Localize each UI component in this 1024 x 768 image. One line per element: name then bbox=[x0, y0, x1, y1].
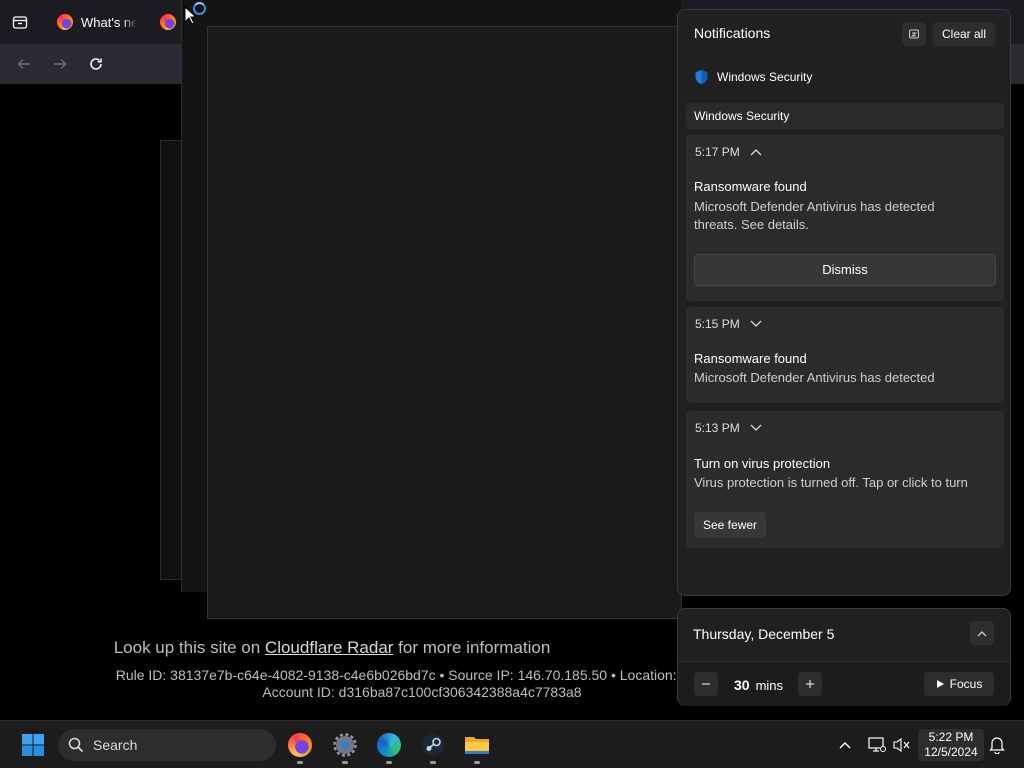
tabs-list-icon[interactable] bbox=[8, 10, 32, 34]
chevron-down-icon[interactable] bbox=[750, 424, 762, 432]
see-fewer-button[interactable]: See fewer bbox=[694, 512, 767, 538]
decrease-minutes-button[interactable] bbox=[694, 672, 718, 696]
windows-security-shield-icon bbox=[695, 70, 708, 84]
chevron-up-icon[interactable] bbox=[831, 731, 859, 759]
notification-time[interactable]: 5:17 PM bbox=[695, 145, 762, 159]
volume-muted-icon[interactable] bbox=[888, 731, 916, 759]
taskbar-search-box[interactable]: Search bbox=[58, 729, 276, 761]
start-focus-button[interactable]: Focus bbox=[924, 672, 994, 696]
focus-minutes-unit: mins bbox=[755, 678, 784, 693]
back-arrow-icon[interactable] bbox=[12, 52, 36, 76]
settings-icon[interactable] bbox=[331, 731, 359, 759]
running-indicator bbox=[297, 761, 303, 764]
running-indicator bbox=[342, 761, 348, 764]
blank-window[interactable] bbox=[207, 26, 682, 619]
browser-tab[interactable] bbox=[160, 4, 176, 40]
firefox-icon bbox=[57, 14, 73, 30]
taskbar: Search 5:22 PM 12/5/2024 bbox=[0, 720, 1024, 768]
expand-calendar-button[interactable] bbox=[970, 621, 994, 645]
focus-label: Focus bbox=[949, 677, 983, 691]
time-label: 5:13 PM bbox=[695, 421, 740, 435]
focus-session-row: 30 mins Focus bbox=[678, 661, 1010, 706]
browser-tab[interactable]: What's new bbox=[57, 4, 137, 40]
focus-duration: 30 mins bbox=[734, 677, 783, 693]
tab-title: What's new bbox=[81, 14, 137, 30]
file-explorer-icon[interactable] bbox=[463, 731, 491, 759]
forward-arrow-icon[interactable] bbox=[48, 52, 72, 76]
plus-icon bbox=[806, 680, 814, 688]
notification-group-header[interactable]: Windows Security bbox=[686, 103, 1004, 129]
windows-start-icon[interactable] bbox=[19, 731, 47, 759]
notification-bell-icon[interactable] bbox=[983, 731, 1011, 759]
busy-spinner-icon bbox=[193, 2, 206, 15]
notification-title: Ransomware found bbox=[694, 351, 807, 366]
cloudflare-radar-link[interactable]: Cloudflare Radar bbox=[265, 638, 394, 657]
notification-card[interactable]: 5:13 PM Turn on virus protection Virus p… bbox=[686, 411, 1004, 548]
notification-card[interactable]: 5:15 PM Ransomware found Microsoft Defen… bbox=[686, 307, 1004, 403]
notification-time[interactable]: 5:13 PM bbox=[695, 421, 762, 435]
edge-icon[interactable] bbox=[375, 731, 403, 759]
increase-minutes-button[interactable] bbox=[798, 672, 822, 696]
notification-time[interactable]: 5:15 PM bbox=[695, 317, 762, 331]
dismiss-button[interactable]: Dismiss bbox=[694, 254, 996, 286]
clock-time: 5:22 PM bbox=[928, 730, 974, 744]
steam-icon[interactable] bbox=[419, 731, 447, 759]
play-icon bbox=[936, 680, 944, 688]
firefox-icon bbox=[160, 14, 176, 30]
chevron-up-icon bbox=[977, 630, 987, 636]
notification-card[interactable]: 5:17 PM Ransomware found Microsoft Defen… bbox=[686, 135, 1004, 301]
running-indicator bbox=[474, 761, 480, 764]
bell-snooze-icon bbox=[909, 29, 919, 39]
network-icon[interactable] bbox=[863, 731, 891, 759]
calendar-date: Thursday, December 5 bbox=[693, 626, 835, 642]
notification-title: Ransomware found bbox=[694, 179, 807, 194]
calendar-focus-panel: Thursday, December 5 30 mins Focus bbox=[677, 608, 1011, 706]
notification-body: Microsoft Defender Antivirus has detecte… bbox=[694, 199, 935, 214]
minus-icon bbox=[702, 683, 710, 685]
chevron-down-icon[interactable] bbox=[750, 320, 762, 328]
clock-date: 12/5/2024 bbox=[924, 745, 978, 759]
search-icon bbox=[68, 737, 84, 753]
notification-title: Turn on virus protection bbox=[694, 456, 831, 471]
notification-app-header: Windows Security bbox=[694, 69, 812, 85]
chevron-up-icon[interactable] bbox=[750, 148, 762, 156]
clock-button[interactable]: 5:22 PM 12/5/2024 bbox=[918, 729, 984, 761]
running-indicator bbox=[430, 761, 436, 764]
time-label: 5:15 PM bbox=[695, 317, 740, 331]
clear-all-button[interactable]: Clear all bbox=[933, 22, 995, 46]
notifications-heading: Notifications bbox=[694, 25, 771, 41]
do-not-disturb-button[interactable] bbox=[902, 22, 926, 46]
radar-prefix: Look up this site on bbox=[113, 638, 265, 657]
notification-center: Notifications Clear all Windows Security… bbox=[677, 9, 1011, 596]
time-label: 5:17 PM bbox=[695, 145, 740, 159]
focus-minutes-value: 30 bbox=[734, 677, 750, 693]
firefox-icon[interactable] bbox=[286, 731, 314, 759]
reload-icon[interactable] bbox=[84, 52, 108, 76]
notification-body: Virus protection is turned off. Tap or c… bbox=[694, 475, 968, 490]
notification-body: threats. See details. bbox=[694, 217, 809, 232]
app-name: Windows Security bbox=[717, 70, 813, 84]
search-placeholder: Search bbox=[93, 737, 138, 753]
notification-body: Microsoft Defender Antivirus has detecte… bbox=[694, 370, 935, 385]
radar-suffix: for more information bbox=[393, 638, 551, 657]
running-indicator bbox=[386, 761, 392, 764]
